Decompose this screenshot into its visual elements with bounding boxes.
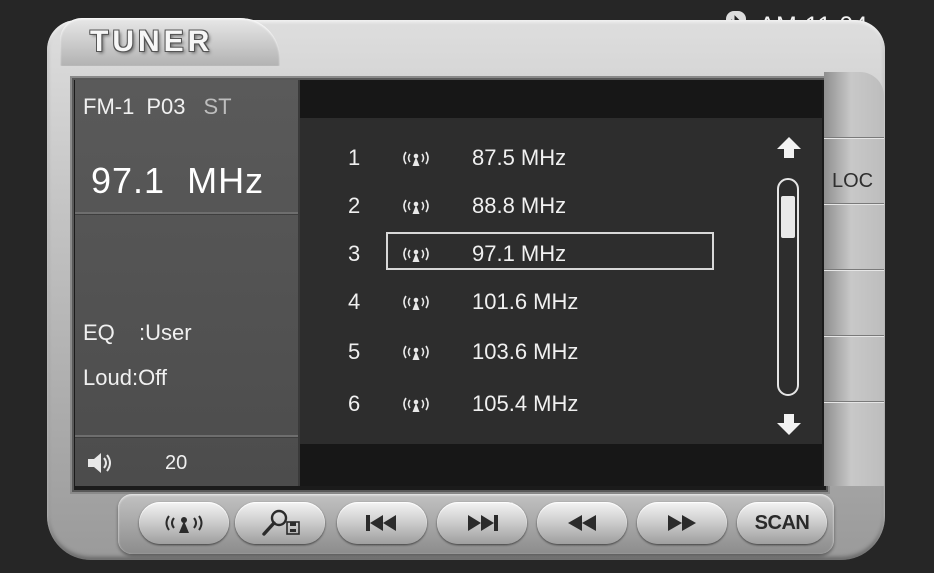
preset-row-5[interactable]: 5 103.6 MHz — [300, 332, 730, 372]
preset-row-1[interactable]: 1 87.5 MHz — [300, 138, 730, 178]
preset-number: 6 — [348, 391, 361, 416]
skip-next-icon — [468, 515, 498, 531]
preset-row-4[interactable]: 4 101.6 MHz — [300, 282, 730, 322]
loud-label: Loud — [83, 365, 132, 390]
loud-value: :Off — [131, 365, 168, 390]
eq-value: :User — [139, 320, 192, 345]
skip-previous-icon — [366, 515, 396, 531]
antenna-icon — [165, 515, 203, 533]
loud-setting: Loud:Off — [83, 365, 167, 391]
next-track-button[interactable] — [437, 502, 527, 544]
preset-row-6[interactable]: 6 105.4 MHz — [300, 384, 730, 424]
page-title: TUNER — [90, 25, 214, 58]
preset-list: 1 87.5 MHz 2 88.8 MHz 3 97.1 MHz 4 101.6… — [300, 118, 822, 444]
antenna-icon — [403, 151, 429, 166]
seek-down-button[interactable] — [537, 502, 627, 544]
frequency-unit: MHz — [187, 160, 265, 201]
scan-button[interactable]: SCAN — [737, 502, 827, 544]
side-button-bar — [824, 72, 884, 486]
speaker-icon — [88, 453, 111, 473]
side-button-6[interactable] — [824, 402, 884, 468]
preset-frequency: 87.5 MHz — [472, 145, 567, 170]
preset-row-2[interactable]: 2 88.8 MHz — [300, 186, 730, 226]
station-info-panel: FM-1 P03 ST 97.1 MHz EQ :User Loud:Off 20 — [75, 80, 300, 486]
frequency-value: 97.1 — [91, 160, 166, 201]
eq-label: EQ — [83, 320, 115, 345]
scan-label: SCAN — [754, 511, 810, 534]
list-footer-strip — [300, 444, 822, 486]
selected-preset-highlight — [386, 232, 714, 270]
stereo-indicator: ST — [203, 94, 232, 119]
scroll-down-arrow-icon[interactable] — [776, 412, 802, 436]
antenna-icon — [403, 295, 429, 310]
band-info: FM-1 P03 ST — [83, 94, 244, 120]
preset-frequency: 88.8 MHz — [472, 193, 567, 218]
side-button-4[interactable] — [824, 270, 884, 336]
list-header-strip — [300, 80, 822, 118]
current-frequency: 97.1 MHz — [91, 160, 264, 202]
eq-setting: EQ :User — [83, 320, 192, 346]
preset-number: 1 — [348, 145, 361, 170]
band-label: FM-1 — [83, 94, 135, 119]
volume-level: 20 — [165, 452, 188, 474]
rewind-icon — [568, 515, 596, 531]
scrollbar-thumb[interactable] — [781, 196, 795, 238]
preset-label: P03 — [146, 94, 186, 119]
preset-number: 3 — [348, 241, 361, 266]
preset-frequency: 103.6 MHz — [472, 339, 579, 364]
band-button[interactable] — [139, 502, 229, 544]
loc-label: LOC — [832, 170, 874, 192]
preset-frequency: 105.4 MHz — [472, 391, 579, 416]
preset-number: 4 — [348, 289, 361, 314]
scroll-up-arrow-icon[interactable] — [776, 136, 802, 160]
antenna-icon — [403, 199, 429, 214]
previous-track-button[interactable] — [337, 502, 427, 544]
preset-number: 2 — [348, 193, 361, 218]
side-button-5[interactable] — [824, 336, 884, 402]
search-save-button[interactable] — [235, 502, 325, 544]
divider — [75, 435, 298, 438]
divider — [75, 212, 298, 215]
fast-forward-icon — [668, 515, 696, 531]
preset-number: 5 — [348, 339, 361, 364]
preset-frequency: 101.6 MHz — [472, 289, 579, 314]
antenna-icon — [403, 397, 429, 412]
side-button-3[interactable] — [824, 204, 884, 270]
search-save-icon — [262, 509, 300, 536]
seek-up-button[interactable] — [637, 502, 727, 544]
antenna-icon — [403, 345, 429, 360]
side-button-1[interactable] — [824, 72, 884, 138]
